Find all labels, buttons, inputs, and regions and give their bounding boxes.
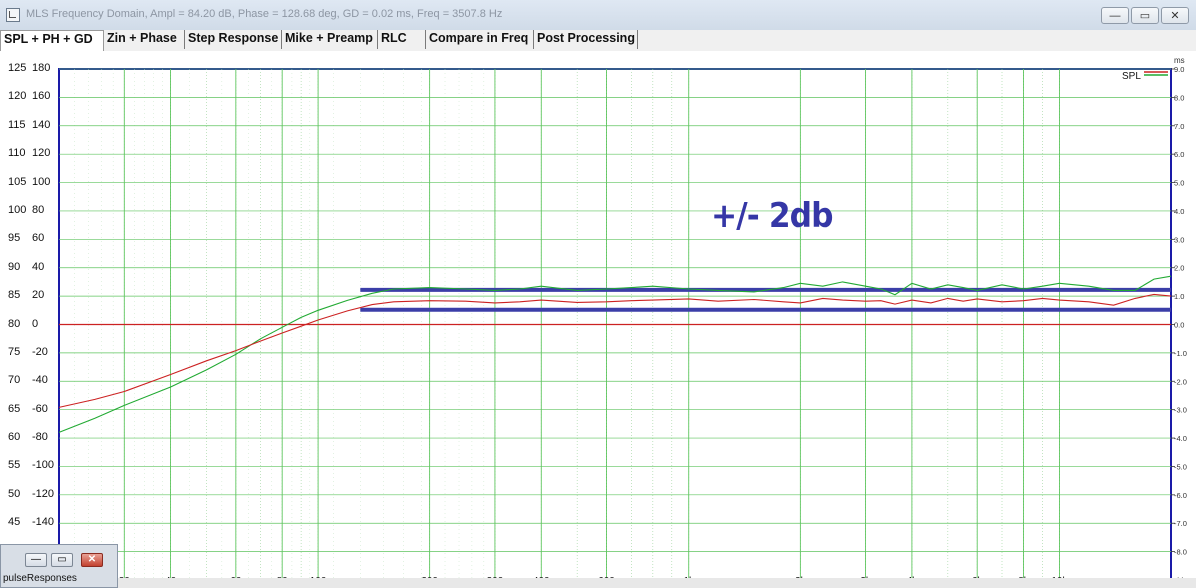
frequency-response-chart: 304060801002003004006001k2k3k4k6k8k10kHz… — [58, 56, 1188, 587]
window-title: MLS Frequency Domain, Ampl = 84.20 dB, P… — [26, 8, 503, 20]
tab-spl-ph-gd[interactable]: SPL + PH + GD — [0, 30, 104, 51]
gd-tick-label: -7.0 — [1174, 519, 1187, 528]
phase-tick-label: -120 — [32, 487, 55, 500]
spl-tick-label: 115 — [8, 118, 26, 131]
gd-tick-label: -3.0 — [1174, 406, 1187, 415]
tab-rlc[interactable]: RLC — [378, 30, 426, 49]
phase-tick-label: 0 — [32, 317, 39, 330]
mini-restore-button[interactable]: ▭ — [51, 553, 73, 567]
minimize-button[interactable]: — — [1101, 7, 1129, 24]
close-button[interactable]: ✕ — [1161, 7, 1189, 24]
gd-tick-label: -5.0 — [1174, 462, 1187, 471]
spl-tick-label: 110 — [8, 147, 26, 160]
gd-tick-label: -2.0 — [1174, 377, 1187, 386]
app-window-icon — [6, 8, 20, 22]
gd-tick-label: 0.0 — [1174, 321, 1184, 330]
phase-tick-label: -40 — [32, 374, 48, 387]
phase-tick-label: 40 — [32, 260, 45, 273]
phase-tick-label: -80 — [32, 431, 48, 444]
phase-tick-label: -20 — [32, 345, 48, 358]
spl-tick-label: 65 — [8, 402, 21, 415]
gd-tick-label: 7.0 — [1174, 122, 1184, 131]
spl-tick-label: 105 — [8, 175, 27, 188]
spl-tick-label: 45 — [8, 516, 21, 529]
phase-tick-label: 100 — [32, 175, 51, 188]
tab-bar: SPL + PH + GD Zin + Phase Step Response … — [0, 30, 1196, 51]
spl-tick-label: 80 — [8, 317, 21, 330]
tab-mike-preamp[interactable]: Mike + Preamp — [282, 30, 378, 49]
spl-tick-label: 120 — [8, 90, 27, 103]
mini-minimize-button[interactable]: — — [25, 553, 47, 567]
tab-step-response[interactable]: Step Response — [185, 30, 282, 49]
mini-close-button[interactable]: ✕ — [81, 553, 103, 567]
gd-unit-label: ms — [1174, 56, 1185, 65]
phase-tick-label: 60 — [32, 232, 45, 245]
tab-zin-phase[interactable]: Zin + Phase — [104, 30, 185, 49]
mini-window-label: pulseResponses — [3, 573, 77, 584]
tolerance-annotation: +/- 2db — [711, 196, 834, 236]
spl-tick-label: 90 — [8, 260, 21, 273]
status-strip — [0, 578, 1196, 588]
phase-tick-label: 20 — [32, 289, 45, 302]
spl-tick-label: 60 — [8, 431, 21, 444]
legend-label: SPL — [1122, 71, 1141, 82]
gd-tick-label: 6.0 — [1174, 150, 1184, 159]
phase-tick-label: -60 — [32, 402, 48, 415]
gd-tick-label: -1.0 — [1174, 349, 1187, 358]
spl-tick-label: 75 — [8, 345, 21, 358]
gd-tick-label: 9.0 — [1174, 65, 1184, 74]
gd-tick-label: -8.0 — [1174, 548, 1187, 557]
spl-tick-label: 125 — [8, 62, 27, 74]
phase-tick-label: 160 — [32, 90, 51, 103]
gd-tick-label: 3.0 — [1174, 235, 1184, 244]
spl-tick-label: 85 — [8, 289, 21, 302]
gd-tick-label: 1.0 — [1174, 292, 1184, 301]
gd-tick-label: 2.0 — [1174, 264, 1184, 273]
spl-tick-label: 50 — [8, 487, 21, 500]
spl-tick-label: 95 — [8, 232, 21, 245]
gd-tick-label: 4.0 — [1174, 207, 1184, 216]
phase-tick-label: 180 — [32, 62, 51, 74]
phase-tick-label: -140 — [32, 516, 55, 529]
spl-tick-label: 100 — [8, 203, 27, 216]
window-titlebar: MLS Frequency Domain, Ampl = 84.20 dB, P… — [0, 0, 1196, 31]
gd-tick-label: -4.0 — [1174, 434, 1187, 443]
tab-compare-in-freq[interactable]: Compare in Freq — [426, 30, 534, 49]
gd-tick-label: -6.0 — [1174, 491, 1187, 500]
phase-tick-label: 120 — [32, 147, 51, 160]
chart-canvas[interactable]: 304060801002003004006001k2k3k4k6k8k10kHz… — [0, 51, 1196, 588]
phase-tick-label: 140 — [32, 118, 51, 131]
gd-tick-label: 5.0 — [1174, 179, 1184, 188]
spl-tick-label: 70 — [8, 374, 21, 387]
tab-post-processing[interactable]: Post Processing — [534, 30, 638, 49]
floating-mini-window[interactable]: — ▭ ✕ pulseResponses — [0, 544, 118, 588]
phase-tick-label: -100 — [32, 459, 55, 472]
spl-tick-label: 55 — [8, 459, 21, 472]
restore-button[interactable]: ▭ — [1131, 7, 1159, 24]
phase-tick-label: 80 — [32, 203, 45, 216]
gd-tick-label: 8.0 — [1174, 93, 1184, 102]
